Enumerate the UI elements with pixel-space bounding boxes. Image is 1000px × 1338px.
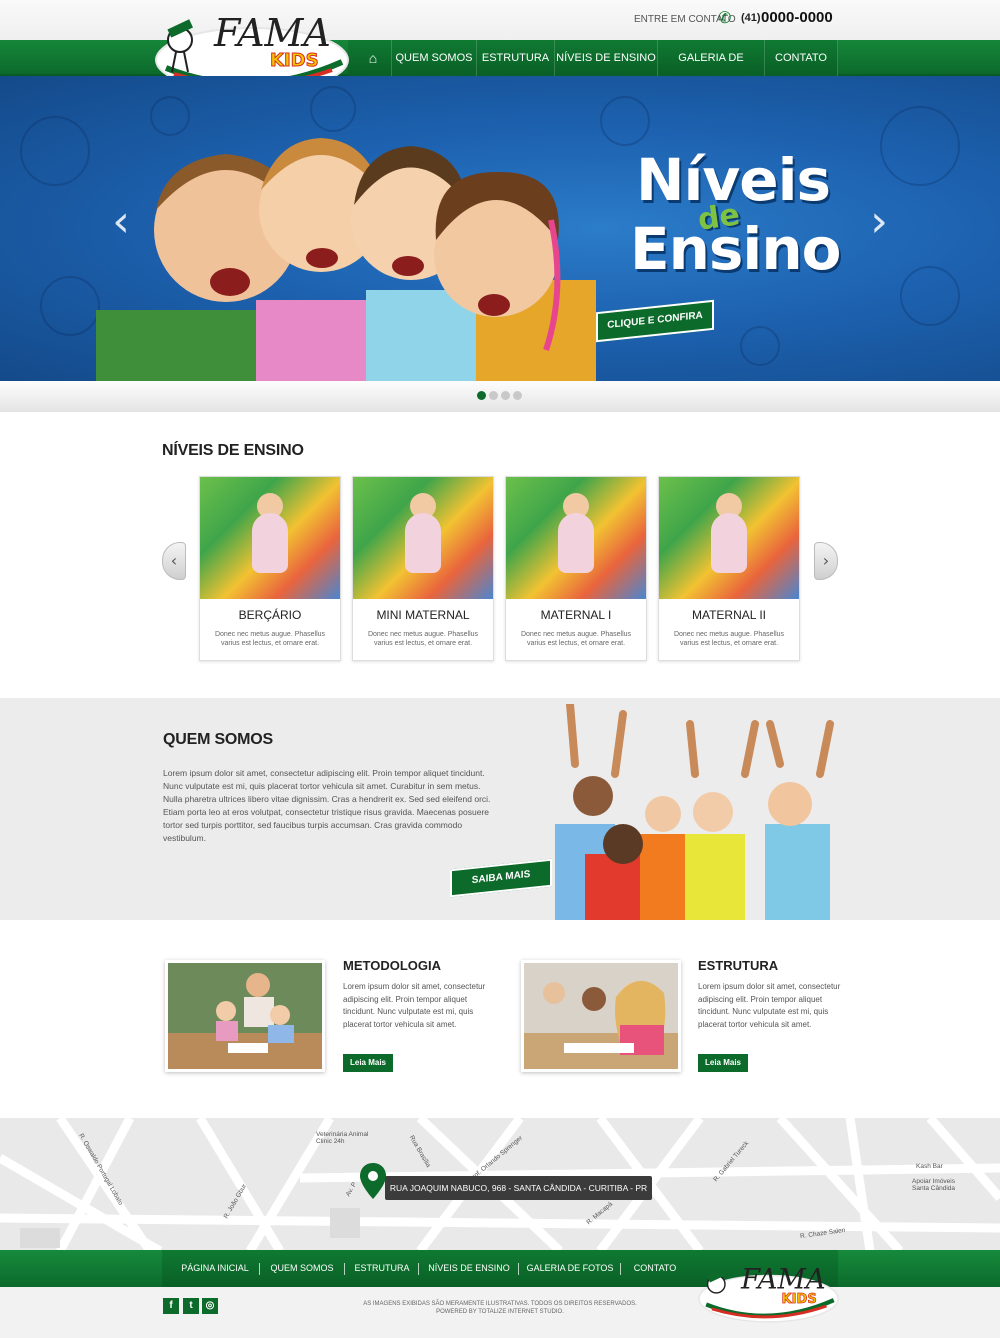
- nav-galeria-de-fotos[interactable]: GALERIA DE FOTOS: [657, 40, 764, 100]
- slider-dot-3[interactable]: [501, 391, 510, 400]
- phone-icon: ✆: [718, 10, 732, 27]
- page: ENTRE EM CONTATO ✆ (41) 0000-0000 ⌂ QUEM…: [0, 0, 1000, 1338]
- nav-contato[interactable]: CONTATO: [764, 40, 838, 76]
- map-label-kash-bar: Kash Bar: [916, 1163, 943, 1170]
- estrutura-text: Lorem ipsum dolor sit amet, consectetur …: [698, 982, 841, 1029]
- metodologia-title: METODOLOGIA: [343, 958, 441, 973]
- footer-nav-divider: [518, 1263, 519, 1275]
- level-card-maternal-1[interactable]: MATERNAL I Donec nec metus augue. Phasel…: [505, 476, 647, 661]
- copyright-text: AS IMAGENS EXIBIDAS SÃO MERAMENTE ILUSTR…: [340, 1300, 660, 1316]
- level-card-title: MATERNAL II: [691, 608, 766, 622]
- map-address-label: RUA JOAQUIM NABUCO, 968 - SANTA CÂNDIDA …: [385, 1176, 652, 1200]
- about-title: QUEM SOMOS: [163, 731, 274, 748]
- footer-nav-divider: [620, 1263, 621, 1275]
- metodologia-image: [165, 960, 325, 1072]
- hero-title-line2: Ensino: [630, 215, 841, 283]
- slider-dot-4[interactable]: [513, 391, 522, 400]
- footer-nav-niveis-de-ensino[interactable]: NÍVEIS DE ENSINO: [422, 1250, 516, 1287]
- instagram-icon[interactable]: ◎: [202, 1298, 218, 1314]
- footer-nav-divider: [418, 1263, 419, 1275]
- level-card-title: MATERNAL I: [540, 608, 612, 622]
- about-children-image: [555, 704, 834, 920]
- level-card-desc: Donec nec metus augue. Phasellus varius …: [673, 631, 785, 647]
- level-card-image: [506, 477, 646, 599]
- logo-sub-text: KIDS: [270, 50, 319, 71]
- about-text: Lorem ipsum dolor sit amet, consectetur …: [163, 768, 491, 843]
- map-pin-icon[interactable]: [360, 1163, 386, 1199]
- level-card-desc: Donec nec metus augue. Phasellus varius …: [520, 631, 632, 647]
- estrutura-title: ESTRUTURA: [698, 958, 779, 973]
- footer-nav-contato[interactable]: CONTATO: [624, 1250, 686, 1287]
- level-card-image: [200, 477, 340, 599]
- slider-next-arrow-icon[interactable]: ›: [864, 200, 894, 244]
- levels-prev-arrow-icon[interactable]: ‹: [162, 542, 186, 580]
- metodologia-read-more-button[interactable]: Leia Mais: [343, 1054, 393, 1072]
- estrutura-image: [521, 960, 681, 1072]
- level-card-image: [353, 477, 493, 599]
- footer-nav-divider: [259, 1263, 260, 1275]
- slider-dot-1[interactable]: [477, 391, 486, 400]
- phone-number[interactable]: 0000-0000: [761, 9, 833, 26]
- footer-nav-estrutura[interactable]: ESTRUTURA: [348, 1250, 416, 1287]
- level-card-image: [659, 477, 799, 599]
- level-card-title: MINI MATERNAL: [376, 608, 470, 622]
- phone-area-code: (41): [741, 12, 761, 24]
- slider-dot-2[interactable]: [489, 391, 498, 400]
- footer-nav-divider: [344, 1263, 345, 1275]
- levels-next-arrow-icon[interactable]: ›: [814, 542, 838, 580]
- footer-logo[interactable]: FAMA KIDS: [696, 1254, 841, 1326]
- top-bar: [0, 0, 1000, 40]
- copyright-line-2: POWERED BY TOTALIZE INTERNET STUDIO.: [436, 1309, 564, 1315]
- footer-logo-sub-text: KIDS: [782, 1292, 817, 1307]
- nav-estrutura[interactable]: ESTRUTURA: [476, 40, 554, 76]
- level-card-title: BERÇÁRIO: [238, 608, 302, 622]
- map-label-apoiar: Apoiar Imóveis Santa Cândida: [912, 1178, 956, 1192]
- home-icon[interactable]: ⌂: [356, 40, 390, 76]
- logo-text: FAMA: [213, 11, 331, 55]
- nav-quem-somos[interactable]: QUEM SOMOS: [391, 40, 476, 76]
- twitter-icon[interactable]: t: [183, 1298, 199, 1314]
- footer-nav-pagina-inicial[interactable]: PÁGINA INICIAL: [172, 1250, 258, 1287]
- footer-logo-text: FAMA: [740, 1264, 826, 1296]
- slider-dots-bar: [0, 381, 1000, 412]
- footer-nav-quem-somos[interactable]: QUEM SOMOS: [262, 1250, 342, 1287]
- map-label-veterinaria: Veterinária Animal Clinic 24h: [316, 1131, 369, 1145]
- estrutura-read-more-button[interactable]: Leia Mais: [698, 1054, 748, 1072]
- level-card-mini-maternal[interactable]: MINI MATERNAL Donec nec metus augue. Pha…: [352, 476, 494, 661]
- slider-prev-arrow-icon[interactable]: ‹: [106, 200, 136, 244]
- levels-section-title: NÍVEIS DE ENSINO: [162, 442, 304, 459]
- hero-children-image: [96, 138, 596, 381]
- level-card-bercario[interactable]: BERÇÁRIO Donec nec metus augue. Phasellu…: [199, 476, 341, 661]
- level-card-desc: Donec nec metus augue. Phasellus varius …: [367, 631, 479, 647]
- nav-niveis-de-ensino[interactable]: NÍVEIS DE ENSINO: [554, 40, 657, 76]
- facebook-icon[interactable]: f: [163, 1298, 179, 1314]
- level-card-desc: Donec nec metus augue. Phasellus varius …: [214, 631, 326, 647]
- metodologia-text: Lorem ipsum dolor sit amet, consectetur …: [343, 982, 486, 1029]
- level-card-maternal-2[interactable]: MATERNAL II Donec nec metus augue. Phase…: [658, 476, 800, 661]
- footer-nav-galeria-de-fotos[interactable]: GALERIA DE FOTOS: [522, 1250, 618, 1287]
- copyright-line-1: AS IMAGENS EXIBIDAS SÃO MERAMENTE ILUSTR…: [363, 1301, 637, 1307]
